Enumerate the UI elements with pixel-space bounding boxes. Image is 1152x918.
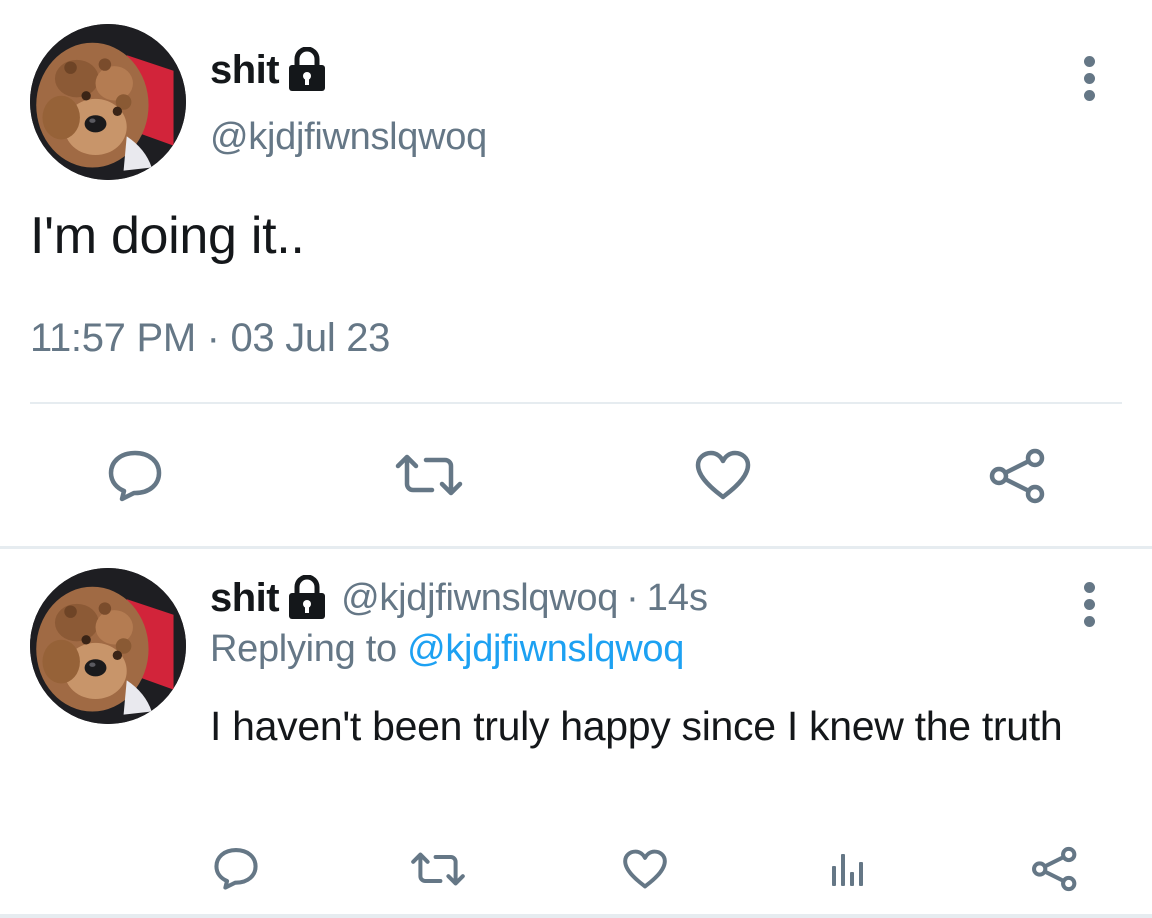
tweet-divider — [0, 546, 1152, 549]
author-name-row: shit — [210, 44, 327, 96]
retweet-icon[interactable] — [394, 452, 464, 498]
dog-avatar-image — [30, 24, 186, 180]
reply-text: I haven't been truly happy since I knew … — [210, 703, 1063, 749]
more-options-icon[interactable] — [1082, 56, 1096, 107]
share-icon[interactable] — [1030, 846, 1080, 892]
share-icon[interactable] — [987, 448, 1049, 504]
tweet-text: I'm doing it.. — [30, 207, 305, 265]
retweet-icon[interactable] — [410, 850, 466, 888]
tweet-timestamp: 11:57 PM · 03 Jul 23 — [30, 316, 391, 360]
reply-icon[interactable] — [106, 448, 164, 502]
more-options-icon[interactable] — [1082, 582, 1096, 633]
analytics-icon[interactable] — [828, 848, 868, 888]
reply-avatar[interactable] — [30, 568, 186, 724]
replying-to-link[interactable]: @kjdjfiwnslqwoq — [407, 628, 684, 670]
reply-icon[interactable] — [212, 846, 260, 890]
reply-handle[interactable]: @kjdjfiwnslqwoq — [341, 577, 618, 620]
lock-icon — [287, 47, 327, 93]
reply-display-name[interactable]: shit — [210, 576, 280, 621]
main-tweet: shit @kjdjfiwnslqwoq I'm doing it.. 11:5… — [0, 0, 1152, 548]
replying-to-label: Replying to — [210, 628, 397, 670]
replying-to-row: Replying to @kjdjfiwnslqwoq — [210, 628, 684, 671]
divider — [30, 402, 1122, 404]
author-handle[interactable]: @kjdjfiwnslqwoq — [210, 116, 487, 159]
bottom-divider — [0, 914, 1152, 918]
separator-dot: · — [626, 576, 639, 619]
dog-avatar-image — [30, 568, 186, 724]
display-name[interactable]: shit — [210, 48, 280, 93]
like-icon[interactable] — [622, 848, 668, 890]
avatar[interactable] — [30, 24, 186, 180]
lock-icon — [287, 575, 327, 621]
reply-time: 14s — [646, 576, 709, 619]
reply-header: shit @kjdjfiwnslqwoq · 14s — [210, 572, 708, 624]
like-icon[interactable] — [694, 449, 752, 501]
